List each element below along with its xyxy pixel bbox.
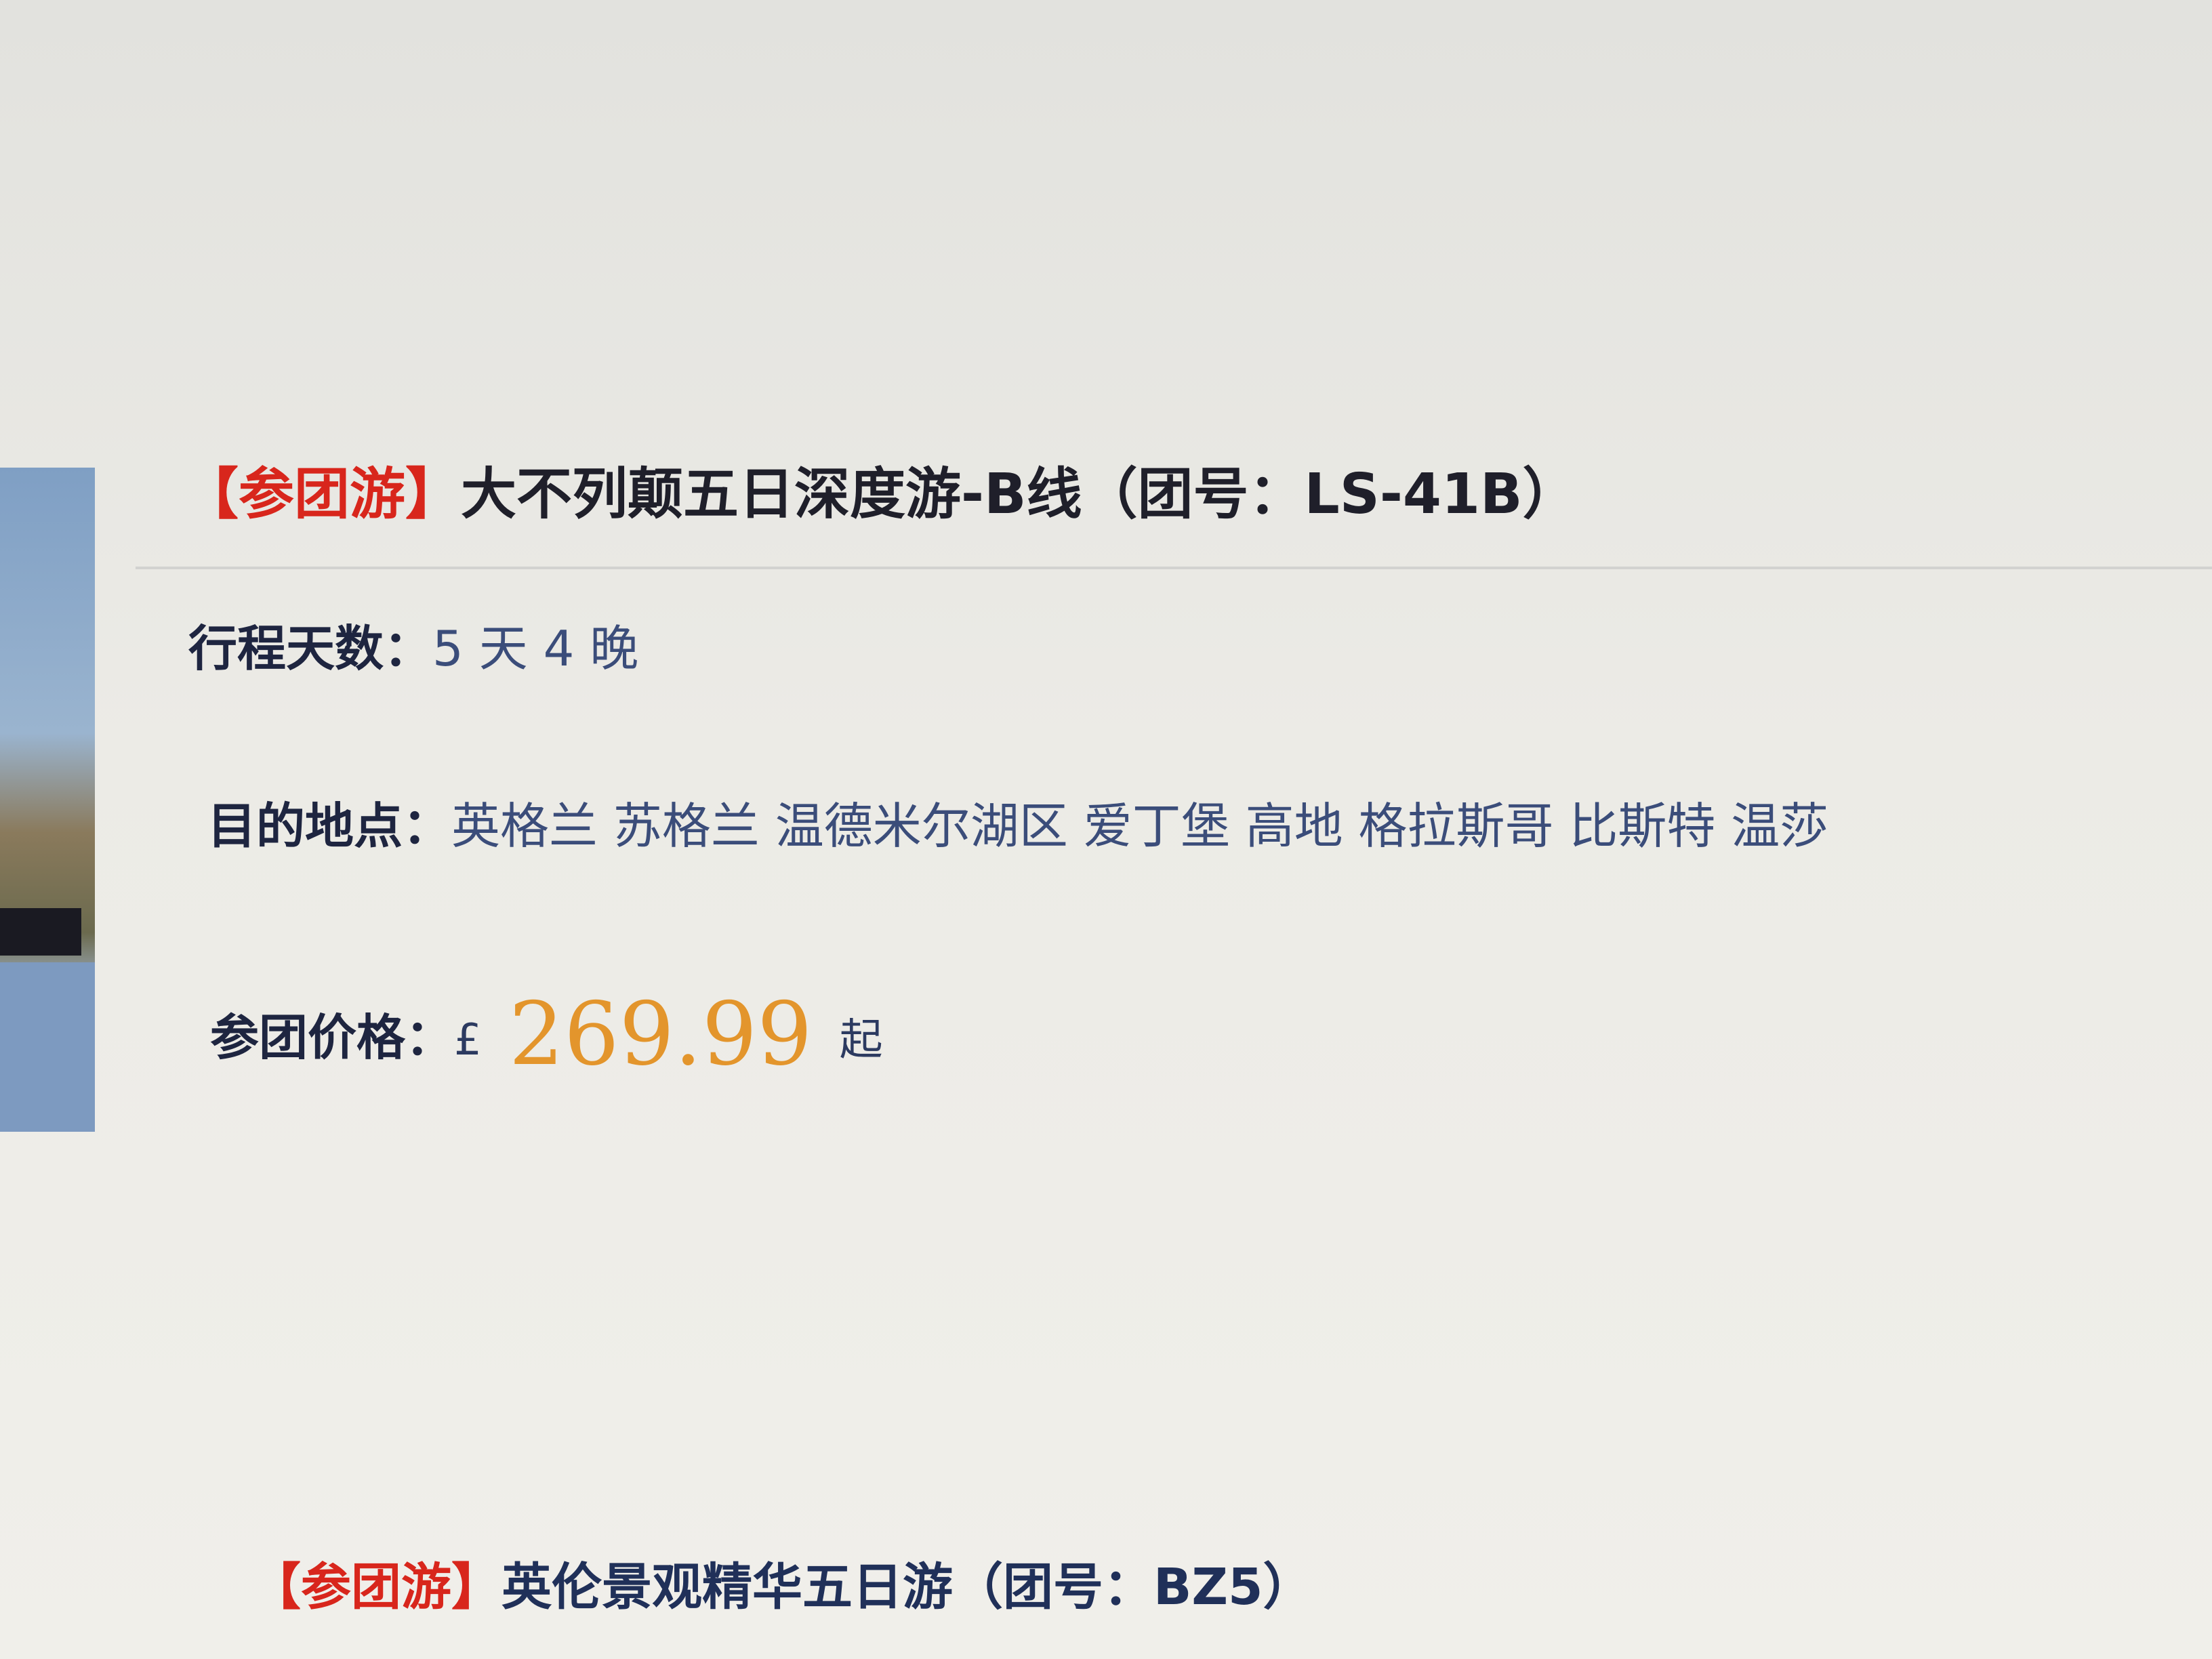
destination-row: 目的地点：英格兰 苏格兰 温德米尔湖区 爱丁堡 高地 格拉斯哥 比斯特 温莎: [207, 796, 1828, 857]
destination-label: 目的地点：: [207, 798, 452, 855]
duration-label: 行程天数：: [188, 620, 433, 677]
duration-row: 行程天数：5 天 4 晚: [188, 618, 638, 679]
tour-title-link[interactable]: 【参团游】大不列颠五日深度游-B线（团号：LS-41B）: [183, 461, 1578, 529]
destination-value: 英格兰 苏格兰 温德米尔湖区 爱丁堡 高地 格拉斯哥 比斯特 温莎: [451, 798, 1829, 855]
title-divider: [136, 567, 2212, 569]
price-row: 参团价格：£ 269.99 起: [210, 991, 883, 1079]
tour-title: 大不列颠五日深度游-B线（团号：LS-41B）: [461, 462, 1578, 527]
price-label: 参团价格：: [210, 1009, 455, 1066]
tour-type-tag: 【参团游】: [183, 462, 462, 527]
currency-symbol: £: [454, 1015, 482, 1065]
price-value: 269.99: [508, 984, 813, 1085]
thumbnail-caption-strip: [0, 908, 81, 956]
page: 【参团游】大不列颠五日深度游-B线（团号：LS-41B） 行程天数：5 天 4 …: [0, 0, 2212, 1659]
tour-title-link-2[interactable]: 【参团游】英伦景观精华五日游（团号：BZ5）: [251, 1553, 1313, 1621]
tour-type-tag-2: 【参团游】: [251, 1558, 501, 1616]
price-suffix: 起: [839, 1015, 883, 1065]
thumbnail-sky: [0, 962, 95, 1132]
tour-title-2: 英伦景观精华五日游（团号：BZ5）: [501, 1558, 1313, 1616]
duration-value: 5 天 4 晚: [432, 620, 639, 677]
